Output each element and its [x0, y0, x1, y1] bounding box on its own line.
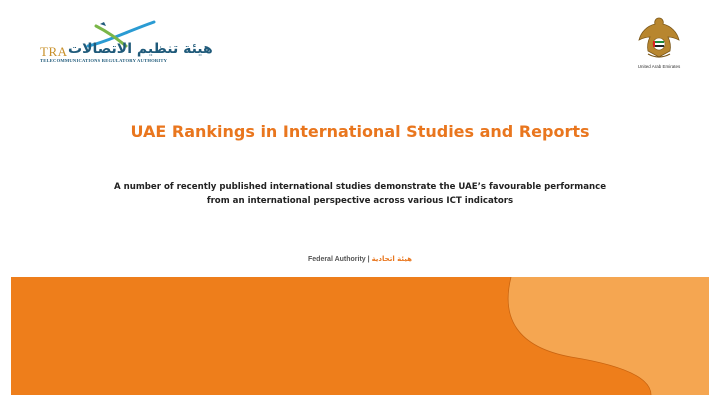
decorative-curve-shape [507, 277, 709, 395]
tra-arabic-name: هيئة تنظيم الاتصالات [68, 41, 213, 57]
federal-authority-mark: Federal Authority | هيئة اتحادية [0, 255, 720, 263]
slide-subtitle: A number of recently published internati… [100, 180, 620, 208]
slide: TRA هيئة تنظيم الاتصالات TELECOMMUNICATI… [0, 0, 720, 405]
slide-title: UAE Rankings in International Studies an… [130, 122, 590, 141]
subtitle-line-2: from an international perspective across… [206, 196, 514, 206]
uae-emblem: United Arab Emirates [634, 14, 684, 74]
tra-logo: TRA هيئة تنظيم الاتصالات TELECOMMUNICATI… [38, 20, 213, 66]
federal-authority-en: Federal Authority | [308, 256, 370, 263]
subtitle-line-1: A number of recently published internati… [113, 182, 607, 192]
falcon-emblem-icon [638, 17, 680, 58]
federal-authority-ar: هيئة اتحادية [371, 255, 412, 263]
orange-footer-band [11, 277, 709, 395]
tra-english-name: TELECOMMUNICATIONS REGULATORY AUTHORITY [40, 58, 168, 63]
uae-emblem-caption: United Arab Emirates [637, 64, 681, 69]
